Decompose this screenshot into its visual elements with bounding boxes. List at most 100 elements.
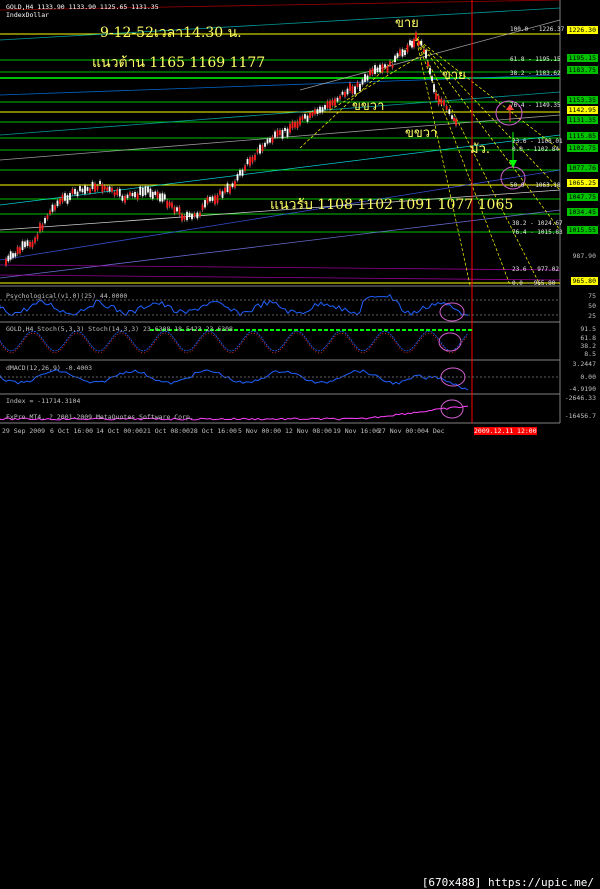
- indicator-scale-label: 50: [588, 302, 596, 310]
- stoch-marker: [444, 329, 448, 331]
- price-label: 1065.25: [566, 179, 598, 187]
- candle-body: [156, 191, 159, 199]
- indicator-scale-label: -2646.33: [564, 394, 596, 402]
- candle-body: [374, 65, 376, 74]
- candle-body: [256, 149, 259, 153]
- stoch-marker: [324, 329, 328, 331]
- indicator-scale-label: -16456.7: [564, 412, 596, 420]
- trendline-8: [0, 274, 561, 281]
- stoch-main: [0, 330, 469, 352]
- stoch-marker: [372, 329, 376, 331]
- candle-body: [34, 237, 36, 243]
- candle-body: [214, 195, 216, 205]
- annotation-support: แนวรับ 1108 1102 1091 1077 1065: [270, 197, 514, 213]
- candle-body: [249, 157, 251, 166]
- candle-body: [206, 197, 209, 204]
- price-label: 1015.55: [566, 226, 598, 234]
- candle-body: [134, 192, 136, 198]
- candle-body: [91, 181, 94, 190]
- candle-body: [386, 65, 389, 73]
- indicator-name: IndexDollar: [6, 11, 50, 19]
- candle-body: [437, 95, 440, 105]
- candle-body: [181, 214, 183, 221]
- candle-body: [443, 100, 445, 106]
- candle-body: [121, 195, 124, 201]
- candle-body: [231, 183, 234, 188]
- candle-body: [118, 188, 121, 197]
- candle-body: [289, 124, 291, 133]
- candle-body: [371, 68, 374, 75]
- candle-body: [354, 86, 356, 95]
- annotation-word: มัว.: [470, 142, 491, 157]
- candle-body: [9, 251, 12, 260]
- candle-body: [361, 79, 364, 85]
- indicator-scale-label: 91.5: [580, 325, 596, 333]
- candle-body: [71, 188, 74, 194]
- candle-body: [261, 145, 264, 152]
- price-label: 1034.45: [566, 208, 598, 216]
- candle-body: [96, 185, 99, 190]
- stoch-marker: [294, 329, 298, 331]
- macd-line: [0, 369, 469, 391]
- annotation-sell-1: ขาย: [395, 16, 419, 31]
- candle-body: [24, 241, 26, 248]
- trendline-1: [0, 7, 561, 41]
- indicator-scale-label: 75: [588, 292, 596, 300]
- candle-body: [251, 156, 254, 163]
- annotation-sell-2: ขาย: [442, 68, 466, 83]
- candle-body: [113, 192, 116, 196]
- candle-body: [254, 154, 256, 160]
- candle-body: [406, 44, 409, 53]
- indicator-scale-label: 3.2447: [572, 360, 596, 368]
- stoch-marker: [354, 329, 358, 331]
- price-label: 1115.85: [566, 132, 598, 140]
- price-label: 1183.75: [566, 66, 598, 74]
- candle-body: [246, 158, 249, 165]
- stoch-marker: [432, 329, 436, 331]
- indicator-scale-label: 0.00: [580, 373, 596, 381]
- fib-label: 76.4 - 1015.83: [512, 229, 563, 236]
- candle-body: [344, 91, 346, 97]
- candle-body: [89, 188, 91, 194]
- candle-body: [314, 109, 316, 115]
- candle-body: [413, 38, 415, 48]
- candle-body: [44, 217, 46, 224]
- candle-body: [433, 84, 435, 93]
- candle-body: [186, 211, 188, 221]
- candle-body: [425, 50, 427, 59]
- price-label: 1195.15: [566, 54, 598, 62]
- annotation-swing-2: ขขวา: [405, 126, 438, 141]
- candle-body: [401, 49, 404, 57]
- price-label: 1226.30: [566, 26, 598, 34]
- stoch-marker: [384, 329, 388, 331]
- candle-body: [131, 192, 134, 197]
- footer-bar: [670x488] https://upic.me/: [0, 436, 600, 889]
- candle-body: [141, 187, 144, 197]
- price-chart[interactable]: [0, 0, 600, 456]
- candle-body: [19, 247, 21, 254]
- time-label: 27 Nov 00:00: [378, 427, 425, 435]
- candle-body: [36, 234, 39, 240]
- candle-body: [101, 184, 104, 193]
- candle-body: [39, 223, 41, 232]
- fib-label: 100.0 - 1226.37: [510, 26, 565, 33]
- candle-body: [391, 64, 394, 68]
- candle-body: [291, 121, 294, 129]
- candle-body: [266, 139, 269, 144]
- candle-body: [154, 191, 157, 195]
- candle-body: [176, 207, 178, 212]
- annotation-swing-1: ขขวา: [352, 99, 385, 114]
- candle-body: [139, 186, 142, 195]
- candle-body: [453, 117, 455, 122]
- candle-body: [435, 92, 437, 100]
- candle-body: [204, 200, 206, 208]
- candle-body: [316, 109, 319, 114]
- candle-body: [336, 97, 339, 102]
- watermark: [670x488] https://upic.me/: [421, 876, 594, 889]
- candle-body: [21, 241, 24, 250]
- annotation-resistance: แนวต้าน 1165 1169 1177: [92, 55, 266, 71]
- candle-body: [171, 202, 173, 208]
- candle-body: [199, 212, 201, 217]
- price-label: 1047.75: [566, 193, 598, 201]
- candle-body: [309, 112, 311, 119]
